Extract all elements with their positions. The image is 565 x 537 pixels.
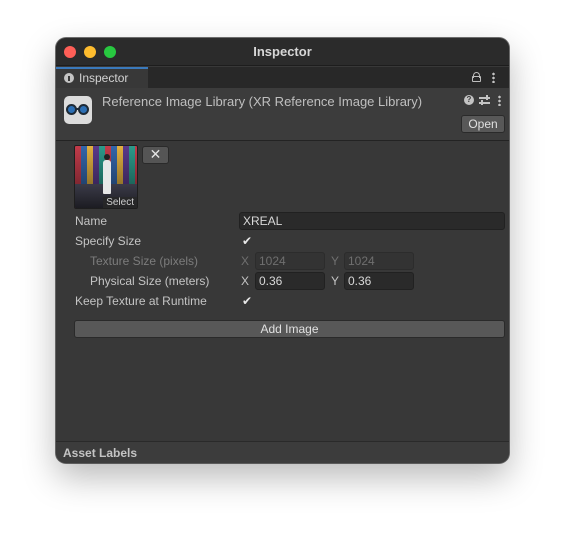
physical-size-y-field[interactable]: 0.36 [344,272,414,290]
name-field[interactable]: XREAL [239,212,505,230]
texture-size-x-label: X [241,254,250,268]
inspector-window: Inspector Inspector Reference Image Libr… [56,38,509,463]
title-bar[interactable]: Inspector [56,38,509,66]
asset-labels-heading: Asset Labels [63,446,138,460]
tab-strip: Inspector [56,67,509,88]
xr-reference-image-library-icon [64,96,92,124]
specify-size-label: Specify Size [75,234,142,248]
physical-size-label: Physical Size (meters) [90,274,210,288]
presets-icon[interactable] [479,95,490,105]
texture-size-row: Texture Size (pixels) X 1024 Y 1024 [56,252,509,270]
asset-labels-bar[interactable]: Asset Labels [56,441,509,463]
texture-thumbnail[interactable]: Select [74,145,138,209]
tab-menu-icon[interactable] [492,72,495,83]
add-image-button[interactable]: Add Image [74,320,505,338]
info-icon [64,73,74,83]
tab-inspector[interactable]: Inspector [56,67,148,88]
physical-size-y-label: Y [331,274,340,288]
specify-size-row: Specify Size ✔ [56,232,509,250]
lock-icon[interactable] [472,72,481,82]
specify-size-checkbox[interactable]: ✔ [241,235,253,247]
physical-size-row: Physical Size (meters) X 0.36 Y 0.36 [56,272,509,290]
physical-size-x-field[interactable]: 0.36 [255,272,325,290]
select-texture-label[interactable]: Select [103,197,137,208]
texture-size-x-field: 1024 [255,252,325,270]
keep-texture-label: Keep Texture at Runtime [75,294,207,308]
physical-size-x-label: X [241,274,250,288]
keep-texture-row: Keep Texture at Runtime ✔ [56,292,509,310]
keep-texture-checkbox[interactable]: ✔ [241,295,253,307]
texture-size-label: Texture Size (pixels) [90,254,199,268]
name-label: Name [75,214,108,228]
component-menu-icon[interactable] [498,95,501,106]
remove-image-button[interactable]: ✕ [142,146,169,164]
help-icon[interactable]: ? [464,95,474,105]
name-row: Name XREAL [56,212,509,230]
tab-label: Inspector [79,71,129,85]
inspector-content: Select ✕ Name XREAL Specify Size ✔ Textu… [56,142,509,440]
asset-header: Reference Image Library (XR Reference Im… [56,88,509,141]
add-image-row: Add Image [56,320,509,338]
asset-title: Reference Image Library (XR Reference Im… [102,94,423,109]
texture-size-y-field: 1024 [344,252,414,270]
open-button[interactable]: Open [461,115,505,133]
texture-size-y-label: Y [331,254,340,268]
window-title: Inspector [253,44,312,59]
